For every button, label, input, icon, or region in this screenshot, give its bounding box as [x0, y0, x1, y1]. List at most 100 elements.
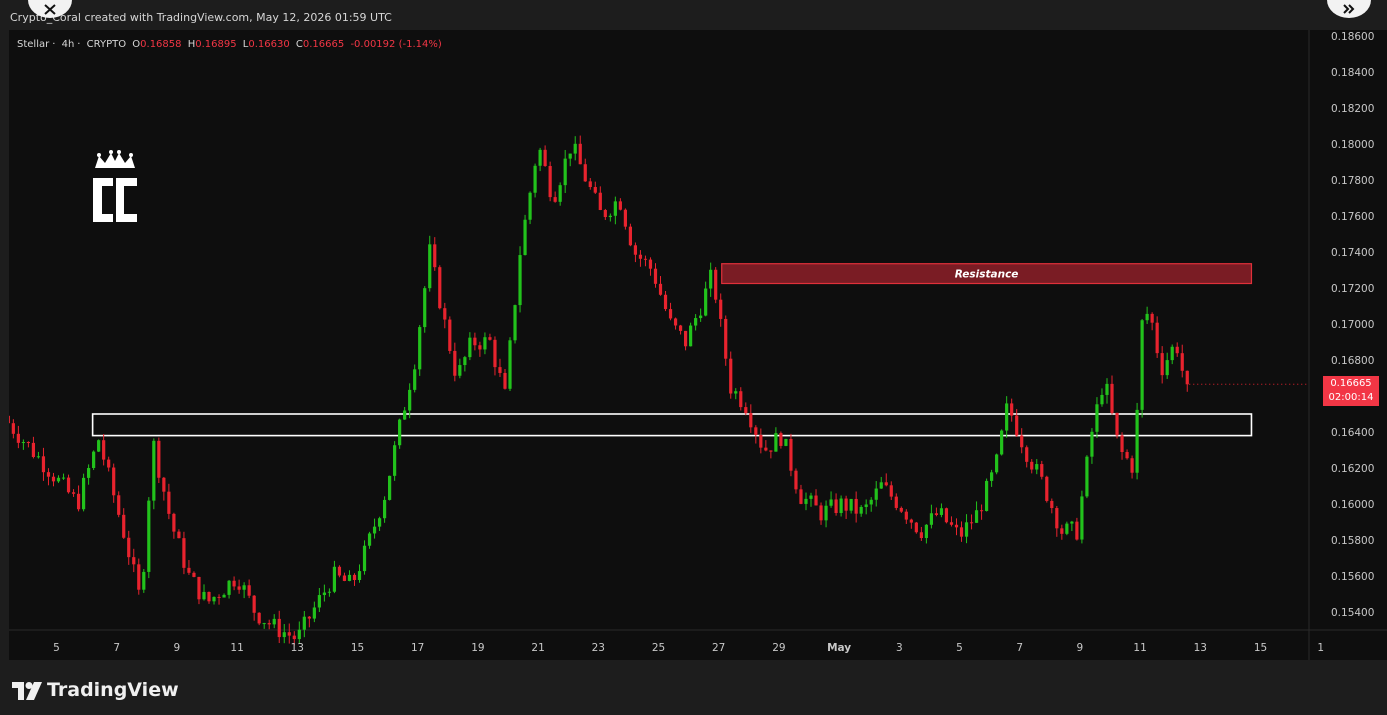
candle-body: [944, 508, 949, 523]
candle-body: [342, 575, 347, 581]
candle-body: [704, 288, 708, 316]
candle-body: [1145, 313, 1149, 321]
candle-body: [177, 531, 181, 539]
candle-body: [884, 482, 888, 486]
candle-body: [1025, 447, 1029, 462]
price-tick-label: 0.17800: [1331, 175, 1374, 187]
candle-body: [919, 532, 923, 539]
candle-body: [117, 495, 121, 515]
candle-body: [794, 470, 798, 490]
candle-body: [287, 632, 291, 636]
candle-body: [317, 595, 321, 608]
candle-body: [157, 440, 161, 478]
candle-body: [889, 485, 893, 497]
candle-body: [924, 524, 928, 539]
candle-body: [202, 591, 206, 600]
candle-body: [533, 165, 537, 193]
candle-body: [854, 498, 858, 514]
candle-body: [443, 308, 447, 320]
time-tick-label: 13: [1194, 642, 1207, 654]
candle-body: [648, 259, 653, 269]
candle-body: [262, 623, 266, 625]
candle-body: [683, 330, 688, 347]
candle-body: [578, 143, 582, 165]
candle-body: [107, 459, 111, 468]
candle-layer: [9, 135, 1189, 646]
forward-button[interactable]: [1327, 0, 1371, 18]
candle-body: [488, 337, 492, 340]
price-tick-label: 0.15600: [1331, 571, 1374, 583]
candle-body: [352, 574, 357, 580]
candle-body: [518, 255, 522, 306]
candle-body: [1125, 452, 1129, 459]
candle-body: [744, 407, 748, 414]
legend-close-value: 0.16665: [302, 39, 345, 50]
candle-body: [603, 210, 607, 218]
candle-body: [869, 499, 873, 505]
candle-body: [709, 269, 713, 289]
candlestick-chart[interactable]: Resistance 0.186000.184000.182000.180000…: [9, 30, 1387, 660]
candle-body: [357, 571, 362, 580]
time-tick-label: 7: [113, 642, 120, 654]
candle-body: [719, 299, 723, 319]
candle-body: [879, 482, 883, 489]
candle-body: [66, 477, 71, 493]
candle-body: [438, 267, 442, 309]
candle-body: [1080, 496, 1084, 540]
candle-body: [724, 318, 728, 359]
candle-body: [769, 450, 773, 452]
price-tick-label: 0.16400: [1331, 427, 1374, 439]
candle-body: [1005, 403, 1009, 431]
candle-body: [1060, 528, 1064, 534]
candle-body: [995, 454, 999, 473]
legend-high-value: 0.16895: [195, 39, 237, 50]
candle-body: [1030, 461, 1034, 470]
candle-body: [658, 283, 663, 295]
candle-body: [267, 623, 271, 625]
candle-body: [408, 389, 412, 411]
candle-body: [132, 557, 136, 565]
price-tick-label: 0.18400: [1331, 67, 1374, 79]
candle-body: [849, 498, 853, 511]
candle-body: [1115, 412, 1119, 436]
candle-body: [548, 166, 552, 198]
close-icon: [44, 4, 56, 15]
candle-body: [1105, 383, 1109, 395]
candle-body: [46, 472, 51, 477]
candle-body: [1010, 403, 1014, 416]
candle-body: [237, 586, 241, 590]
candle-body: [362, 545, 367, 572]
candle-body: [478, 345, 482, 350]
candle-body: [292, 635, 296, 640]
candle-body: [899, 507, 903, 512]
zone-layer: Resistance: [91, 263, 1253, 437]
candle-body: [809, 495, 813, 499]
legend-close-label: C: [295, 39, 303, 50]
created-with-text: Crypto_Coral created with TradingView.co…: [10, 11, 392, 24]
candle-body: [232, 580, 236, 587]
candle-body: [197, 576, 201, 600]
time-tick-label: 23: [592, 642, 605, 654]
candle-body: [663, 294, 668, 310]
candle-body: [242, 585, 246, 590]
candle-body: [628, 226, 633, 246]
crown-cc-logo: [93, 150, 137, 222]
candle-body: [212, 596, 216, 602]
candle-body: [859, 506, 863, 514]
legend-interval: 4h: [61, 39, 75, 50]
footer: TradingView: [0, 660, 1387, 715]
candle-body: [227, 580, 231, 595]
time-tick-label: 21: [531, 642, 544, 654]
candle-body: [1135, 409, 1139, 473]
candle-body: [1090, 431, 1094, 457]
candle-body: [593, 187, 597, 193]
candle-body: [874, 488, 878, 500]
chart-area[interactable]: Resistance 0.18600 0.18400 0.18200 0.18000 0…: [9, 30, 1387, 660]
last-price-badge: 0.16665 02:00:14: [1323, 376, 1379, 406]
candle-body: [92, 451, 96, 469]
candle-body: [598, 192, 602, 211]
candle-body: [36, 456, 41, 458]
candle-body: [699, 315, 703, 319]
ohlc-legend: Stellar · 4h · CRYPTO O0.16858 H0.16895 L0…: [17, 39, 442, 50]
candle-body: [904, 511, 908, 520]
